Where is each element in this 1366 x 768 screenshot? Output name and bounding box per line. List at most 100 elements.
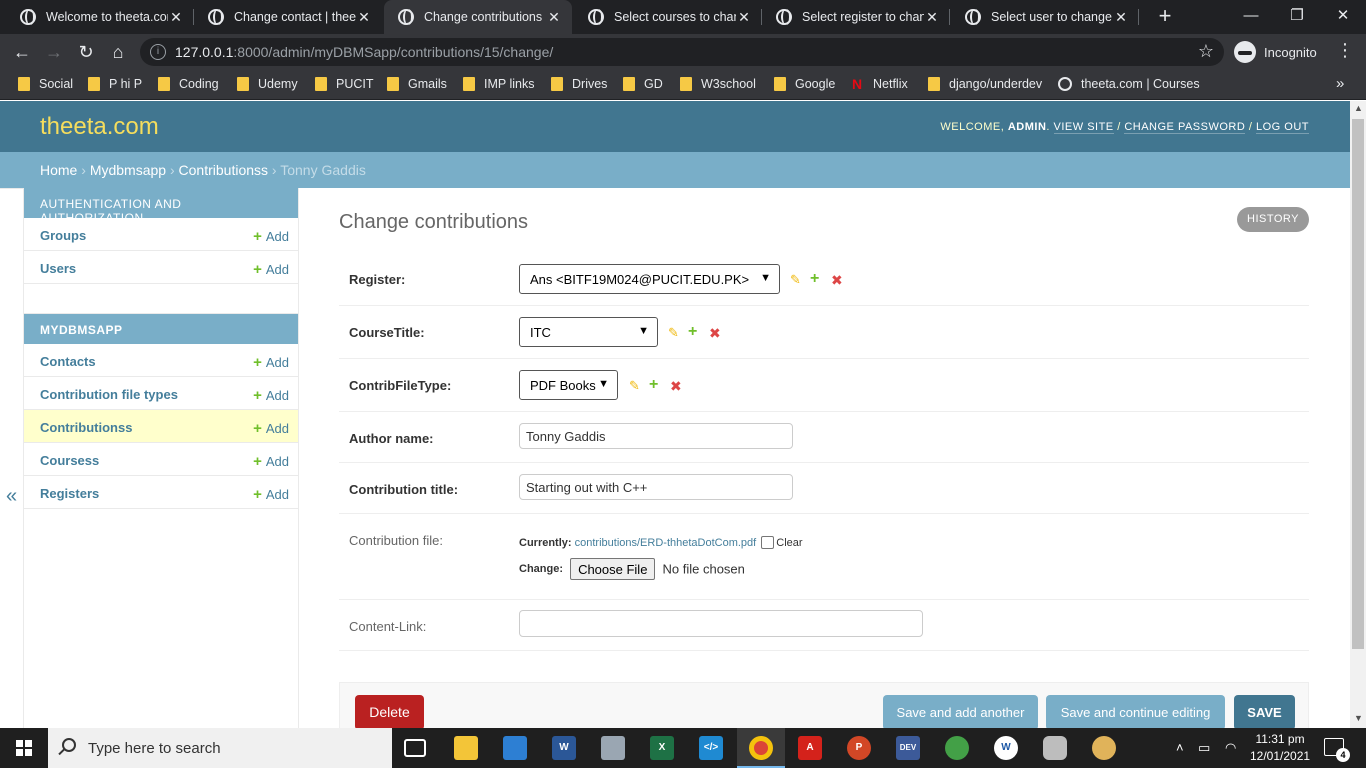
bookmark-item[interactable]: P hi P <box>88 77 142 91</box>
bookmark-star-icon[interactable]: ☆ <box>1198 41 1214 62</box>
browser-tab[interactable]: Change contact | theeta.com ✕ <box>194 0 382 34</box>
home-icon[interactable]: ⌂ <box>104 38 132 66</box>
add-link[interactable]: + Add <box>253 261 289 278</box>
close-icon[interactable]: ✕ <box>546 9 562 26</box>
add-link[interactable]: + Add <box>253 486 289 503</box>
sidebar-toggle[interactable]: « <box>0 188 24 728</box>
start-button[interactable] <box>0 728 48 768</box>
browser-tab-active[interactable]: Change contributions | theeta.com ✕ <box>384 0 572 34</box>
add-link[interactable]: + Add <box>253 387 289 404</box>
breadcrumb-model[interactable]: Contributionss <box>179 162 269 178</box>
bookmark-item[interactable]: N Netflix <box>852 77 908 91</box>
breadcrumb-app[interactable]: Mydbmsapp <box>90 162 166 178</box>
chevron-double-right-icon[interactable]: » <box>1336 75 1344 92</box>
pencil-icon[interactable]: ✎ <box>629 379 641 392</box>
scroll-down-icon[interactable]: ▼ <box>1354 713 1363 723</box>
network-icon[interactable] <box>945 736 969 760</box>
minimize-icon[interactable]: — <box>1228 0 1274 34</box>
wamp-icon[interactable]: W <box>994 736 1018 760</box>
bookmark-item[interactable]: django/underdev <box>928 77 1042 91</box>
chrome-icon[interactable] <box>749 736 773 760</box>
excel-icon[interactable]: X <box>650 736 674 760</box>
browser-tab[interactable]: Welcome to theeta.com ✕ <box>6 0 194 34</box>
browser-tab[interactable]: Select register to change ✕ <box>762 0 950 34</box>
bookmark-item[interactable]: PUCIT <box>315 77 374 91</box>
photos-icon[interactable] <box>601 736 625 760</box>
close-icon[interactable]: ✕ <box>1113 9 1129 26</box>
plus-icon[interactable]: + <box>810 271 822 287</box>
acrobat-icon[interactable]: A <box>798 736 822 760</box>
word-icon[interactable]: W <box>552 736 576 760</box>
powerpoint-icon[interactable]: P <box>847 736 871 760</box>
current-file-link[interactable]: contributions/ERD-thhetaDotCom.pdf <box>575 537 757 549</box>
browser-tab[interactable]: Select courses to change ✕ <box>574 0 762 34</box>
register-select[interactable]: Ans <BITF19M024@PUCIT.EDU.PK> ▼ <box>519 264 780 294</box>
back-icon[interactable]: ← <box>8 38 36 66</box>
history-button[interactable]: HISTORY <box>1237 207 1309 232</box>
scroll-up-icon[interactable]: ▲ <box>1354 103 1363 113</box>
model-link[interactable]: Contributionss <box>40 420 132 435</box>
info-icon[interactable]: i <box>150 44 166 60</box>
bookmark-item[interactable]: W3school <box>680 77 756 91</box>
change-password-link[interactable]: CHANGE PASSWORD <box>1124 121 1246 134</box>
bookmark-item[interactable]: Social <box>18 77 73 91</box>
bookmark-item[interactable]: Gmails <box>387 77 447 91</box>
pencil-icon[interactable]: ✎ <box>668 326 680 339</box>
bookmark-item[interactable]: Coding <box>158 77 219 91</box>
close-icon[interactable]: ✖ <box>709 326 721 340</box>
course-title-select[interactable]: ITC ▼ <box>519 317 658 347</box>
bookmark-item[interactable]: IMP links <box>463 77 534 91</box>
save-and-add-another-button[interactable]: Save and add another <box>883 695 1038 728</box>
database-icon[interactable] <box>1043 736 1067 760</box>
bookmark-item[interactable]: Google <box>774 77 835 91</box>
content-link-input[interactable] <box>519 610 923 637</box>
devcpp-icon[interactable]: DEV <box>896 736 920 760</box>
add-link[interactable]: + Add <box>253 228 289 245</box>
paint-icon[interactable] <box>1092 736 1116 760</box>
choose-file-button[interactable]: Choose File <box>570 558 656 580</box>
forward-icon[interactable]: → <box>40 38 68 66</box>
address-bar[interactable]: i 127.0.0.1:8000/admin/myDBMSapp/contrib… <box>140 38 1224 66</box>
model-link[interactable]: Contacts <box>40 354 96 369</box>
log-out-link[interactable]: LOG OUT <box>1255 121 1309 134</box>
module-caption-auth[interactable]: AUTHENTICATION AND AUTHORIZATION <box>24 188 298 225</box>
pencil-icon[interactable]: ✎ <box>790 273 802 286</box>
file-explorer-icon[interactable] <box>454 736 478 760</box>
save-button[interactable]: SAVE <box>1234 695 1295 728</box>
delete-button[interactable]: Delete <box>355 695 424 728</box>
bookmark-item[interactable]: GD <box>623 77 663 91</box>
clear-checkbox[interactable] <box>761 536 775 549</box>
scrollbar-thumb[interactable] <box>1352 119 1364 649</box>
vscode-icon[interactable]: </> <box>699 736 723 760</box>
close-icon[interactable]: ✖ <box>670 379 682 393</box>
close-icon[interactable]: ✕ <box>924 9 940 26</box>
close-icon[interactable]: ✕ <box>168 9 184 26</box>
reload-icon[interactable]: ↻ <box>72 38 100 66</box>
model-link[interactable]: Groups <box>40 228 86 243</box>
add-link[interactable]: + Add <box>253 420 289 437</box>
contrib-file-type-select[interactable]: PDF Books ▼ <box>519 370 618 400</box>
view-site-link[interactable]: VIEW SITE <box>1053 121 1114 134</box>
window-close-icon[interactable]: ✕ <box>1320 0 1366 34</box>
news-icon[interactable] <box>503 736 527 760</box>
plus-icon[interactable]: + <box>688 324 700 340</box>
page-scrollbar[interactable]: ▲ ▼ <box>1350 101 1366 728</box>
taskbar-search[interactable]: Type here to search <box>48 728 392 768</box>
incognito-indicator[interactable]: Incognito <box>1234 39 1317 65</box>
new-tab-icon[interactable]: + <box>1152 3 1178 29</box>
notification-icon[interactable]: 4 <box>1324 738 1350 762</box>
wifi-icon[interactable]: ◠ <box>1225 740 1236 756</box>
plus-icon[interactable]: + <box>649 377 661 393</box>
model-link[interactable]: Registers <box>40 486 99 501</box>
breadcrumb-home[interactable]: Home <box>40 162 77 178</box>
model-link[interactable]: Contribution file types <box>40 387 178 402</box>
restore-icon[interactable]: ❐ <box>1274 0 1320 34</box>
module-caption-mydbmsapp[interactable]: MYDBMSAPP <box>24 314 298 344</box>
model-link[interactable]: Users <box>40 261 76 276</box>
bookmark-item[interactable]: theeta.com | Courses <box>1058 77 1200 91</box>
more-menu-icon[interactable]: ⋮ <box>1336 40 1354 61</box>
author-name-input[interactable]: Tonny Gaddis <box>519 423 793 449</box>
bookmark-item[interactable]: Drives <box>551 77 607 91</box>
chevron-up-icon[interactable]: ˄ <box>1176 740 1184 755</box>
browser-tab[interactable]: Select user to change | theeta.com ✕ <box>951 0 1139 34</box>
